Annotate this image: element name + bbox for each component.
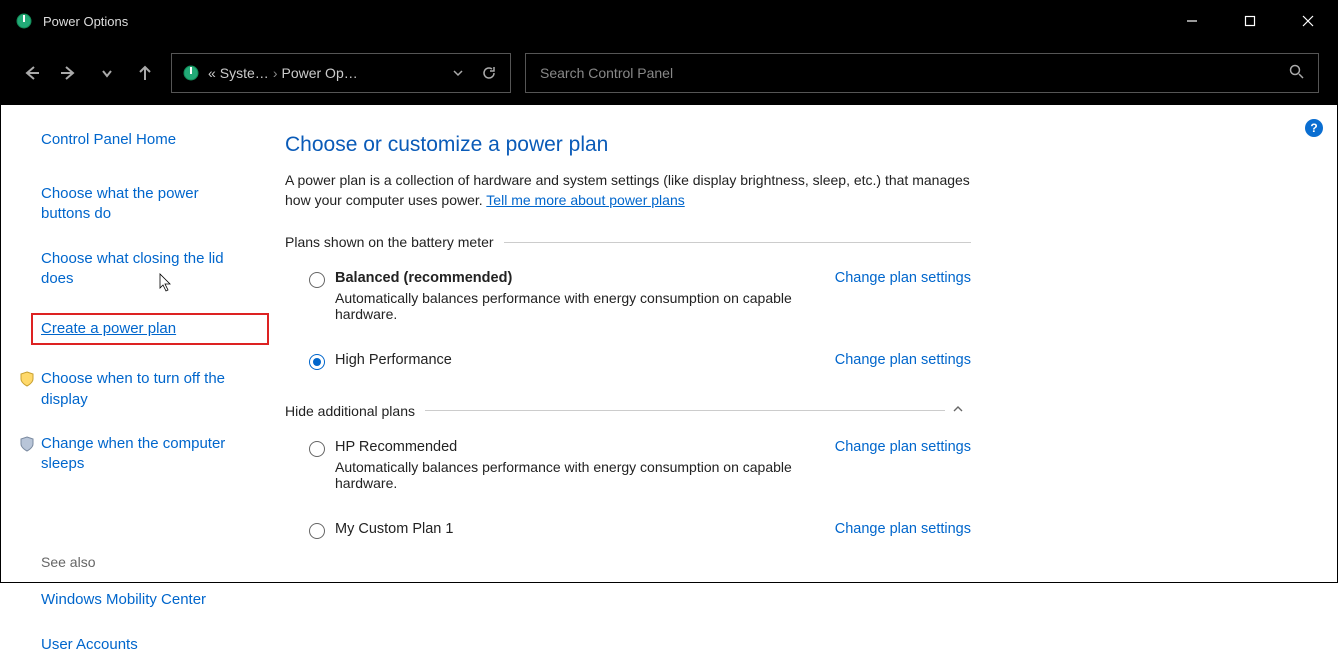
shield-icon (19, 436, 35, 452)
help-button[interactable]: ? (1305, 119, 1323, 137)
close-button[interactable] (1279, 1, 1337, 41)
radio-custom-plan-1[interactable] (309, 523, 325, 539)
back-button[interactable] (19, 61, 43, 85)
sidebar-link-create-power-plan[interactable]: Create a power plan (31, 313, 269, 345)
plan-name: Balanced (recommended) (335, 270, 815, 286)
change-plan-settings-link[interactable]: Change plan settings (835, 521, 971, 537)
location-icon (182, 64, 200, 82)
plan-name: HP Recommended (335, 439, 815, 455)
sidebar-link-user-accounts[interactable]: User Accounts (41, 635, 251, 655)
plan-name: High Performance (335, 352, 815, 368)
app-icon (15, 12, 33, 30)
address-dropdown[interactable] (446, 61, 470, 85)
search-box[interactable] (525, 53, 1319, 93)
breadcrumb-segment[interactable]: Syste… (220, 65, 269, 81)
section-additional-plans-toggle[interactable]: Hide additional plans (285, 402, 971, 419)
see-also-heading: See also (41, 554, 251, 570)
radio-hp-recommended[interactable] (309, 441, 325, 457)
radio-high-performance[interactable] (309, 354, 325, 370)
learn-more-link[interactable]: Tell me more about power plans (486, 192, 684, 208)
page-description: A power plan is a collection of hardware… (285, 171, 971, 210)
sidebar-link-closing-lid[interactable]: Choose what closing the lid does (41, 249, 251, 290)
search-input[interactable] (540, 65, 1289, 81)
shield-icon (19, 371, 35, 387)
plan-description: Automatically balances performance with … (335, 290, 815, 322)
sidebar-link-computer-sleeps[interactable]: Change when the computer sleeps (41, 434, 251, 475)
section-battery-meter-plans: Plans shown on the battery meter (285, 234, 971, 250)
forward-button[interactable] (57, 61, 81, 85)
search-icon (1289, 64, 1304, 82)
refresh-button[interactable] (478, 65, 500, 81)
change-plan-settings-link[interactable]: Change plan settings (835, 439, 971, 455)
breadcrumb-prefix: « (208, 65, 216, 81)
address-bar[interactable]: « Syste… › Power Op… (171, 53, 511, 93)
sidebar-link-turn-off-display[interactable]: Choose when to turn off the display (41, 369, 251, 410)
radio-balanced[interactable] (309, 272, 325, 288)
window-title: Power Options (43, 14, 128, 29)
minimize-button[interactable] (1163, 1, 1221, 41)
change-plan-settings-link[interactable]: Change plan settings (835, 270, 971, 286)
control-panel-home-link[interactable]: Control Panel Home (41, 131, 251, 148)
maximize-button[interactable] (1221, 1, 1279, 41)
up-button[interactable] (133, 61, 157, 85)
page-title: Choose or customize a power plan (285, 133, 971, 157)
plan-description: Automatically balances performance with … (335, 459, 815, 491)
sidebar-link-power-buttons[interactable]: Choose what the power buttons do (41, 184, 251, 225)
history-dropdown[interactable] (95, 61, 119, 85)
chevron-up-icon (951, 402, 971, 419)
breadcrumb-segment[interactable]: Power Op… (281, 65, 357, 81)
chevron-right-icon: › (273, 65, 278, 81)
sidebar-link-mobility-center[interactable]: Windows Mobility Center (41, 590, 251, 610)
change-plan-settings-link[interactable]: Change plan settings (835, 352, 971, 368)
plan-name: My Custom Plan 1 (335, 521, 815, 537)
